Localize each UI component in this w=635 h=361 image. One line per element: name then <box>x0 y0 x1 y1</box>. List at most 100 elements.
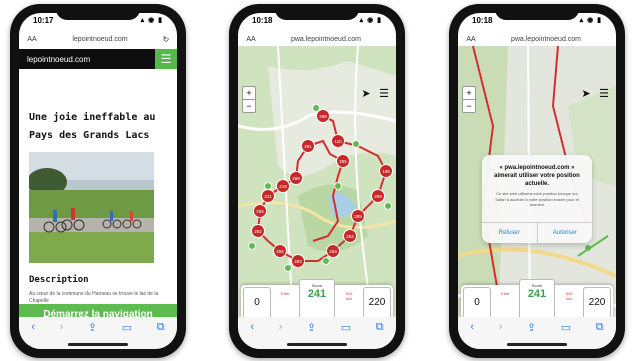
back-icon[interactable]: ‹ <box>250 321 254 333</box>
share-icon[interactable]: ⇪ <box>88 321 97 334</box>
tabs-icon[interactable]: ⧉ <box>376 321 384 334</box>
route-node-marker[interactable]: 255 <box>273 244 287 258</box>
bookmarks-icon[interactable]: ▭ <box>561 321 571 334</box>
counter-right[interactable]: 220 <box>363 287 391 319</box>
counter-sub-1: 0 km <box>500 291 510 296</box>
route-node-label: 253 <box>329 249 337 254</box>
route-node-label: 285 <box>339 159 347 164</box>
counter-right[interactable]: 220 <box>583 287 611 319</box>
phone-notch <box>275 4 359 20</box>
signal-icon: ▴ ◉ ▮ <box>359 17 382 24</box>
description-text: Au cœur de la commune du Hameau se trouv… <box>29 291 159 304</box>
address-bar[interactable]: AA pwa.lepointnoeud.com <box>462 32 612 46</box>
zoom-in-button[interactable]: + <box>463 87 475 99</box>
status-time: 10:18 <box>472 16 493 25</box>
share-icon[interactable]: ⇪ <box>307 321 316 334</box>
counter-middle: Score 241 <box>299 279 335 321</box>
route-node-marker[interactable]: 291 <box>301 139 315 153</box>
poi-marker[interactable] <box>322 257 330 265</box>
deny-button[interactable]: Refuser <box>482 223 538 243</box>
screen-2: 10:18 ▴ ◉ ▮ AA pwa.lepointnoeud.com 298 1… <box>238 13 396 349</box>
forward-icon[interactable]: › <box>499 321 503 333</box>
counter-left[interactable]: 0 <box>463 287 491 319</box>
home-indicator <box>68 343 128 346</box>
forward-icon[interactable]: › <box>279 321 283 333</box>
reload-icon[interactable]: ↻ <box>159 35 173 44</box>
tabs-icon[interactable]: ⧉ <box>596 321 604 334</box>
section-heading: Description <box>29 275 89 285</box>
bookmarks-icon[interactable]: ▭ <box>122 321 132 334</box>
poi-marker[interactable] <box>334 182 342 190</box>
counter-value: 241 <box>307 288 327 300</box>
route-node-marker[interactable]: 289 <box>371 189 385 203</box>
menu-icon[interactable]: ☰ <box>596 86 612 102</box>
route-node-marker[interactable]: 110 <box>331 134 345 148</box>
route-node-label: 269 <box>292 176 300 181</box>
allow-button[interactable]: Autoriser <box>538 223 593 243</box>
hamburger-menu-icon[interactable]: ☰ <box>155 49 177 69</box>
address-bar[interactable]: AA lepointnoeud.com ↻ <box>23 32 173 46</box>
route-node-marker[interactable]: 283 <box>291 254 305 268</box>
url-text[interactable]: lepointnoeud.com <box>41 36 159 43</box>
route-node-marker[interactable]: 298 <box>316 109 330 123</box>
phone-1: 10:17 ▴ ◉ ▮ AA lepointnoeud.com ↻ lepoin… <box>10 4 186 358</box>
reader-aa-button[interactable]: AA <box>462 36 480 43</box>
route-node-marker[interactable]: 269 <box>289 171 303 185</box>
route-node-marker[interactable]: 205 <box>253 204 267 218</box>
route-node-marker[interactable]: 253 <box>326 244 340 258</box>
signal-icon: ▴ ◉ ▮ <box>140 17 163 24</box>
cyclists-photo <box>29 152 154 263</box>
poi-marker[interactable] <box>264 182 272 190</box>
url-text[interactable]: pwa.lepointnoeud.com <box>480 36 612 43</box>
zoom-out-button[interactable]: − <box>243 99 255 112</box>
route-node-marker[interactable]: 292 <box>251 224 265 238</box>
reader-aa-button[interactable]: AA <box>242 36 260 43</box>
route-node-label: 110 <box>334 139 342 144</box>
status-time: 10:17 <box>33 16 54 25</box>
tabs-icon[interactable]: ⧉ <box>157 321 165 334</box>
dialog-body: Ce site web utilisera votre position lor… <box>495 191 579 207</box>
back-icon[interactable]: ‹ <box>31 321 35 333</box>
route-node-label: 205 <box>256 209 264 214</box>
locate-icon[interactable]: ➤ <box>358 86 374 102</box>
phone-notch <box>56 4 140 20</box>
counter-left[interactable]: 0 <box>243 287 271 319</box>
status-time: 10:18 <box>252 16 273 25</box>
distance-counter: 0 0 km Score 241 510 km 220 <box>241 279 393 321</box>
route-node-label: 289 <box>354 214 362 219</box>
distance-counter: 0 0 km Score 241 510 km 220 <box>461 279 613 321</box>
site-logo[interactable]: lepointnoeud.com <box>27 55 90 64</box>
route-node-marker[interactable]: 211 <box>261 189 275 203</box>
counter-sub-1: 0 km <box>280 291 290 296</box>
poi-marker[interactable] <box>284 264 292 272</box>
screen-3: 10:18 ▴ ◉ ▮ AA pwa.lepointnoeud.com + − … <box>458 13 616 349</box>
dialog-buttons: Refuser Autoriser <box>482 222 592 243</box>
back-icon[interactable]: ‹ <box>470 321 474 333</box>
counter-value: 241 <box>527 288 547 300</box>
reader-aa-button[interactable]: AA <box>23 36 41 43</box>
route-node-marker[interactable]: 262 <box>343 229 357 243</box>
counter-sub-2: 510 km <box>565 291 573 301</box>
locate-icon[interactable]: ➤ <box>578 86 594 102</box>
poi-marker[interactable] <box>352 140 360 148</box>
zoom-in-button[interactable]: + <box>243 87 255 99</box>
route-node-marker[interactable]: 289 <box>351 209 365 223</box>
signal-icon: ▴ ◉ ▮ <box>579 17 602 24</box>
route-node-marker[interactable]: 218 <box>276 179 290 193</box>
url-text[interactable]: pwa.lepointnoeud.com <box>260 36 392 43</box>
address-bar[interactable]: AA pwa.lepointnoeud.com <box>242 32 392 46</box>
bookmarks-icon[interactable]: ▭ <box>341 321 351 334</box>
menu-icon[interactable]: ☰ <box>376 86 392 102</box>
zoom-control: + − <box>462 86 476 113</box>
poi-marker[interactable] <box>384 202 392 210</box>
route-node-marker[interactable]: 285 <box>336 154 350 168</box>
zoom-out-button[interactable]: − <box>463 99 475 112</box>
counter-middle: Score 241 <box>519 279 555 321</box>
forward-icon[interactable]: › <box>60 321 64 333</box>
route-node-marker[interactable]: 198 <box>379 164 393 178</box>
poi-marker[interactable] <box>312 104 320 112</box>
poi-marker[interactable] <box>248 242 256 250</box>
site-header: lepointnoeud.com ☰ <box>19 49 177 69</box>
share-icon[interactable]: ⇪ <box>527 321 536 334</box>
route-node-label: 211 <box>264 194 272 199</box>
